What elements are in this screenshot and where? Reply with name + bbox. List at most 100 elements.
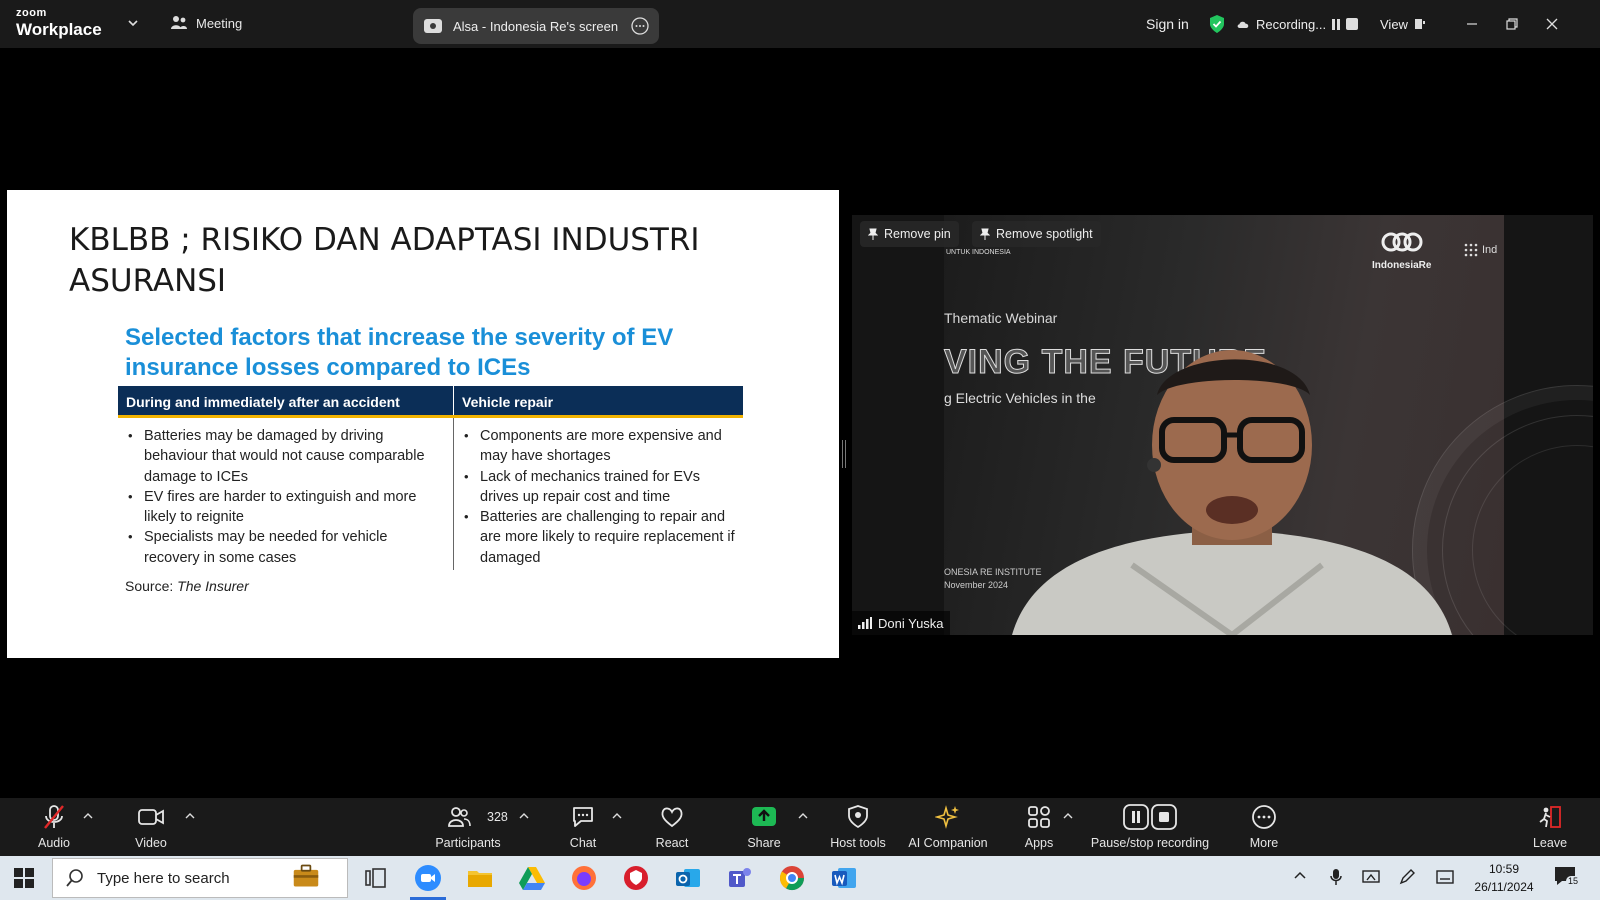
pen-icon[interactable] <box>1398 868 1416 886</box>
close-icon[interactable] <box>1546 18 1558 30</box>
leave-door-icon <box>1539 806 1561 828</box>
briefcase-icon[interactable] <box>292 862 320 890</box>
share-options-caret-icon[interactable] <box>797 810 809 822</box>
search-placeholder: Type here to search <box>97 869 230 887</box>
window-controls <box>1466 0 1558 48</box>
indonesia-re-logo-mark <box>1381 232 1423 252</box>
meeting-label: Meeting <box>196 15 243 31</box>
google-drive-icon[interactable] <box>518 864 546 892</box>
shared-slide: KBLBB ; RISIKO DAN ADAPTASI INDUSTRI ASU… <box>7 190 839 658</box>
more-dots-icon <box>1252 805 1276 829</box>
taskbar-clock[interactable]: 10:59 26/11/2024 <box>1468 860 1540 896</box>
encryption-shield-icon[interactable] <box>1208 0 1226 48</box>
restore-icon[interactable] <box>1506 18 1518 30</box>
minimize-icon[interactable] <box>1466 18 1478 30</box>
video-label: Video <box>135 836 167 850</box>
participants-label: Participants <box>435 836 501 850</box>
pause-stop-label: Pause/stop recording <box>1090 836 1210 850</box>
teams-icon[interactable] <box>726 864 754 892</box>
muted-mic-icon <box>44 805 64 829</box>
windows-taskbar: Type here to search 10:59 26/11/2024 15 <box>0 856 1600 900</box>
remove-pin-button[interactable]: Remove pin <box>860 221 959 247</box>
notification-count: 15 <box>1566 876 1581 886</box>
task-view-icon[interactable] <box>362 864 390 892</box>
screen-share-indicator[interactable]: Alsa - Indonesia Re's screen <box>413 8 659 44</box>
table-body: Batteries may be damaged by driving beha… <box>118 418 743 571</box>
notifications-button[interactable]: 15 <box>1554 866 1582 892</box>
zoom-app-icon[interactable] <box>414 864 442 892</box>
more-options-icon[interactable] <box>631 17 649 35</box>
video-button[interactable]: Video <box>106 804 196 850</box>
host-tools-button[interactable]: Host tools <box>813 804 903 850</box>
leave-button[interactable]: Leave <box>1505 804 1595 850</box>
stop-recording-icon[interactable] <box>1346 18 1358 30</box>
keyboard-icon[interactable] <box>1436 868 1454 886</box>
spotlight-pin-icon <box>980 228 990 240</box>
logo-name: IndonesiaRe <box>1372 260 1432 271</box>
meeting-toolbar: Audio Video Participants 328 Chat React … <box>0 798 1600 856</box>
bg-logo-right-text: Ind <box>1482 244 1498 256</box>
recording-label: Recording... <box>1256 16 1327 32</box>
bg-logo-left: UNTUK INDONESIA <box>946 249 1011 256</box>
share-arrow-icon <box>752 807 776 826</box>
file-explorer-icon[interactable] <box>466 864 494 892</box>
participants-options-caret-icon[interactable] <box>518 810 530 822</box>
resize-handle[interactable] <box>842 440 846 468</box>
source-prefix: Source: <box>125 578 178 594</box>
apps-icon <box>1028 806 1050 828</box>
chat-bubble-icon <box>573 807 593 827</box>
more-label: More <box>1249 836 1279 850</box>
participant-nameplate: Doni Yuska <box>852 611 950 635</box>
apps-options-caret-icon[interactable] <box>1062 810 1074 822</box>
host-tools-label: Host tools <box>830 836 886 850</box>
security-app-icon[interactable] <box>622 864 650 892</box>
view-label: View <box>1380 16 1408 32</box>
zoom-workplace-logo[interactable]: zoom Workplace <box>16 7 102 39</box>
meeting-info-button[interactable]: Meeting <box>170 15 242 31</box>
sparkle-icon <box>935 805 959 829</box>
view-button[interactable]: View <box>1380 0 1426 48</box>
grid-dots-icon <box>1464 243 1478 257</box>
leave-label: Leave <box>1532 836 1568 850</box>
remove-spotlight-button[interactable]: Remove spotlight <box>972 221 1101 247</box>
sign-in-button[interactable]: Sign in <box>1146 0 1189 48</box>
speaker-video-tile[interactable]: UNTUK INDONESIA Thematic Webinar VING TH… <box>852 215 1593 635</box>
signal-strength-icon <box>858 617 872 629</box>
table-header-repair: Vehicle repair <box>462 394 554 410</box>
windows-start-icon[interactable] <box>14 868 34 888</box>
host-shield-icon <box>848 805 868 829</box>
ai-companion-button[interactable]: AI Companion <box>898 804 998 850</box>
microphone-icon[interactable] <box>1328 868 1344 886</box>
screen-capture-icon[interactable] <box>1362 868 1380 886</box>
more-button[interactable]: More <box>1219 804 1309 850</box>
firefox-icon[interactable] <box>570 864 598 892</box>
search-icon <box>66 869 83 887</box>
factors-table: During and immediately after an accident… <box>118 386 743 571</box>
list-item: Components are more expensive and may ha… <box>462 426 735 467</box>
pin-icon <box>868 228 878 240</box>
chat-label: Chat <box>569 836 597 850</box>
video-options-caret-icon[interactable] <box>184 810 196 822</box>
slide-title: KBLBB ; RISIKO DAN ADAPTASI INDUSTRI ASU… <box>69 222 700 299</box>
react-button[interactable]: React <box>627 804 717 850</box>
remove-spotlight-label: Remove spotlight <box>996 227 1093 241</box>
brand-zoom: zoom <box>16 7 47 19</box>
chevron-down-icon[interactable] <box>126 16 140 30</box>
audio-options-caret-icon[interactable] <box>82 810 94 822</box>
chat-options-caret-icon[interactable] <box>611 810 623 822</box>
pause-stop-recording-button[interactable]: Pause/stop recording <box>1085 804 1215 850</box>
word-icon[interactable] <box>830 864 858 892</box>
video-camera-icon <box>138 809 164 825</box>
remove-pin-label: Remove pin <box>884 227 951 241</box>
recording-indicator[interactable]: Recording... <box>1236 0 1326 48</box>
recording-controls <box>1330 0 1358 48</box>
slide-source: Source: The Insurer <box>125 578 249 594</box>
chevron-up-icon[interactable] <box>1292 868 1308 884</box>
pause-recording-icon[interactable] <box>1330 18 1342 31</box>
table-header: During and immediately after an accident… <box>118 386 743 418</box>
react-label: React <box>655 836 689 850</box>
outlook-icon[interactable] <box>674 864 702 892</box>
share-title: Alsa - Indonesia Re's screen <box>453 18 619 34</box>
chrome-icon[interactable] <box>778 864 806 892</box>
share-screen-button[interactable]: Share <box>719 804 809 850</box>
